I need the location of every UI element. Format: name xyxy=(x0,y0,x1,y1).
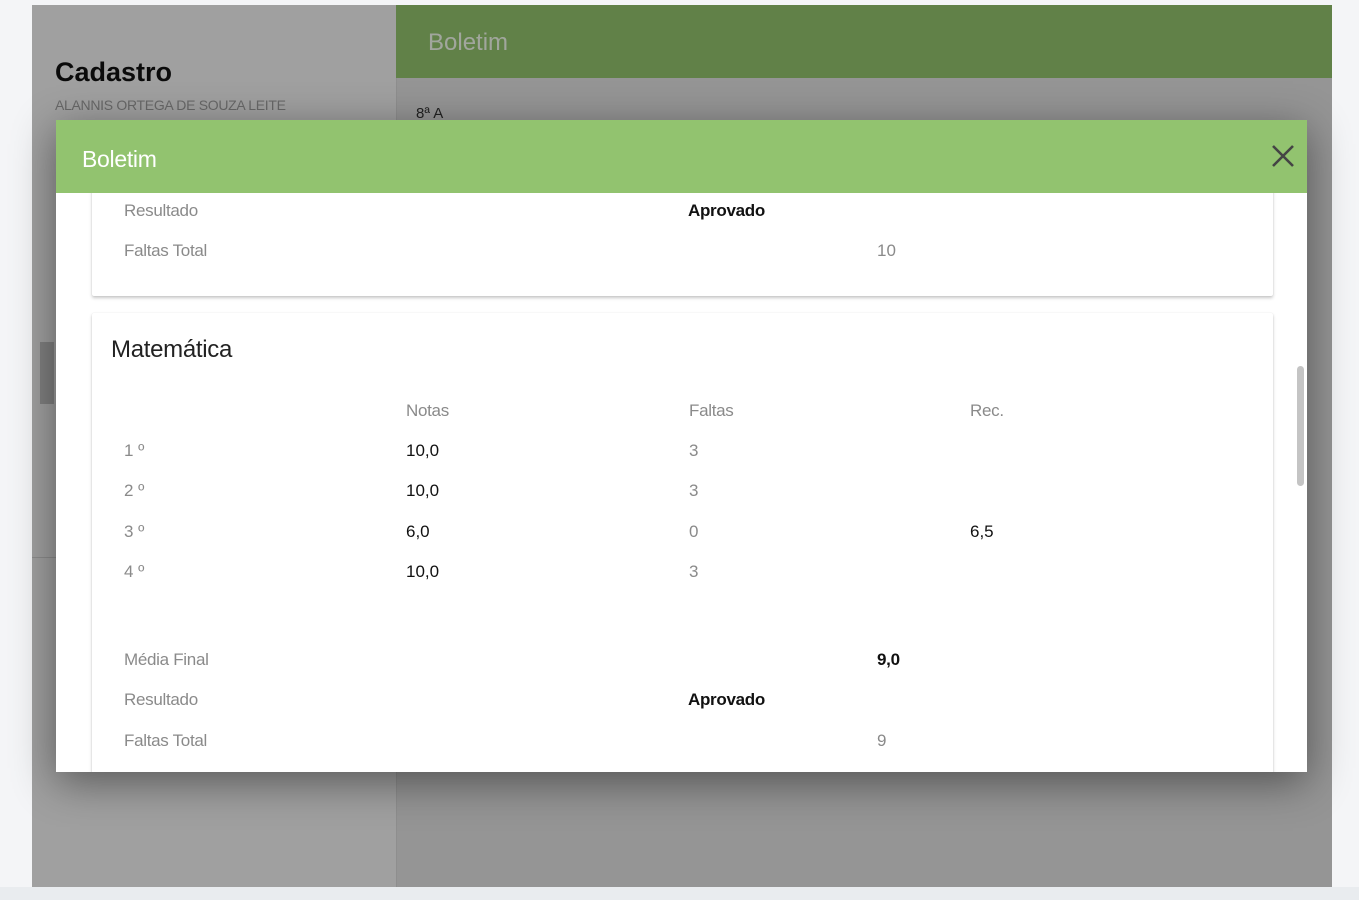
close-button[interactable] xyxy=(1267,140,1299,172)
total-absences-value: 9 xyxy=(877,731,887,750)
absence-value: 3 xyxy=(689,441,699,460)
report-card-modal: Boletim Resultado Aprovado Faltas Total … xyxy=(56,120,1307,772)
column-header-rec: Rec. xyxy=(970,401,1004,420)
grade-value: 10,0 xyxy=(406,481,440,500)
result-label: Resultado xyxy=(124,201,198,220)
term-label: 4 º xyxy=(124,562,145,581)
modal-body[interactable]: Resultado Aprovado Faltas Total 10 Matem… xyxy=(56,193,1307,772)
grade-value: 10,0 xyxy=(406,441,440,460)
scrollbar-thumb[interactable] xyxy=(1297,366,1304,486)
rec-value: 6,5 xyxy=(970,522,994,541)
final-average-value: 9,0 xyxy=(877,650,900,669)
absence-value: 3 xyxy=(689,562,699,581)
result-value: Aprovado xyxy=(688,690,765,709)
total-absences-label: Faltas Total xyxy=(124,731,208,750)
result-label: Resultado xyxy=(124,690,198,709)
total-absences-label: Faltas Total xyxy=(124,241,208,260)
absence-value: 0 xyxy=(689,522,699,541)
modal-title: Boletim xyxy=(82,146,157,172)
absence-value: 3 xyxy=(689,481,699,500)
modal-header: Boletim xyxy=(56,120,1307,193)
subject-card: Matemática Notas Faltas Rec. 1 º 10,0 3 … xyxy=(92,313,1273,772)
total-absences-value: 10 xyxy=(877,241,896,260)
grade-value: 10,0 xyxy=(406,562,440,581)
final-average-label: Média Final xyxy=(124,650,209,669)
previous-subject-card: Resultado Aprovado Faltas Total 10 xyxy=(92,193,1273,296)
close-icon xyxy=(1272,145,1294,167)
column-header-grades: Notas xyxy=(406,401,449,420)
term-label: 3 º xyxy=(124,522,145,541)
term-label: 1 º xyxy=(124,441,145,460)
subject-title: Matemática xyxy=(111,336,233,363)
grade-value: 6,0 xyxy=(406,522,430,541)
bottom-strip xyxy=(0,887,1359,900)
term-label: 2 º xyxy=(124,481,145,500)
column-header-absences: Faltas xyxy=(689,401,734,420)
result-value: Aprovado xyxy=(688,201,765,220)
